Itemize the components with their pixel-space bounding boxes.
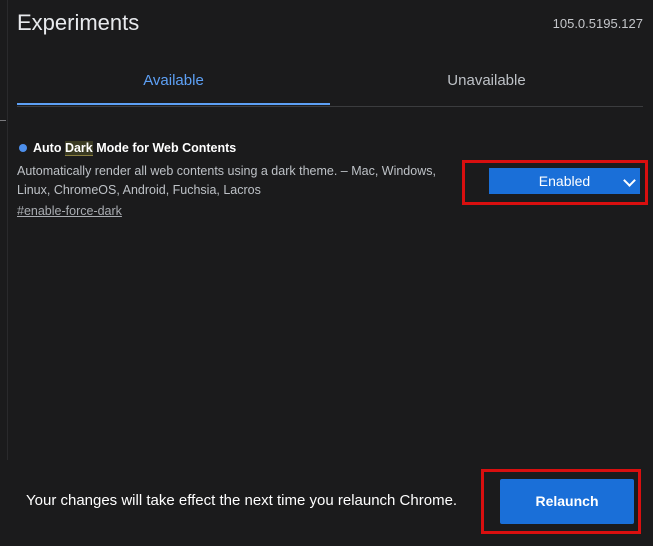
chevron-down-icon (623, 174, 636, 187)
left-edge-divider (0, 0, 8, 460)
experiment-state-select[interactable]: Enabled (489, 168, 640, 194)
blue-dot-icon (19, 144, 27, 152)
tab-bar: Available Unavailable (17, 60, 643, 107)
relaunch-notice: Your changes will take effect the next t… (26, 492, 458, 509)
version-label: 105.0.5195.127 (552, 16, 643, 31)
experiment-title-prefix: Auto (33, 141, 65, 155)
search-highlight: Dark (64, 141, 93, 156)
experiment-title: Auto Dark Mode for Web Contents (19, 141, 237, 156)
relaunch-button[interactable]: Relaunch (500, 479, 634, 524)
active-tab-indicator (17, 103, 330, 105)
left-edge-tick (0, 120, 6, 121)
experiment-permalink[interactable]: #enable-force-dark (17, 204, 122, 218)
experiment-title-suffix: Mode for Web Contents (92, 141, 237, 155)
select-value: Enabled (538, 173, 591, 189)
flags-page: Experiments 105.0.5195.127 Available Una… (0, 0, 653, 546)
tab-unavailable[interactable]: Unavailable (330, 60, 643, 104)
page-title: Experiments (17, 10, 140, 35)
tab-available[interactable]: Available (17, 60, 330, 104)
experiment-description: Automatically render all web contents us… (17, 164, 436, 197)
